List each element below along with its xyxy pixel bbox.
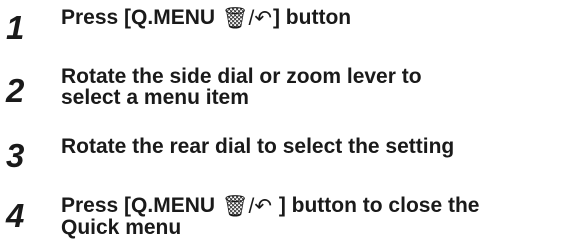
step-text-line: Quick menu (61, 216, 182, 239)
delete-return-icon: 🗑/↶ (221, 195, 272, 218)
step-text-line: select a menu item (61, 86, 249, 109)
step-text: Press [Q.MENU 🗑/↶] button (61, 7, 571, 29)
step-text-part: Press [Q.MENU (61, 194, 221, 217)
step-text-part: ] button to close the (272, 194, 480, 217)
step-text-line: Press [Q.MENU 🗑/↶ ] button to close the (61, 195, 571, 217)
step-text: Rotate the rear dial to select the setti… (61, 135, 455, 158)
step-number: 2 (6, 72, 25, 109)
step-text: Press [Q.MENU 🗑/↶ ] button to close the … (61, 195, 571, 238)
step-number: 4 (6, 197, 25, 234)
step-text: Rotate the side dial or zoom lever to se… (61, 66, 571, 108)
delete-return-icon: 🗑/↶ (221, 7, 272, 30)
step-text-part: Press [Q.MENU (61, 6, 221, 29)
step-number: 3 (6, 137, 25, 174)
step-text-line: Rotate the side dial or zoom lever to (61, 65, 422, 88)
step-number: 1 (6, 9, 25, 46)
step-text-part: ] button (272, 6, 352, 29)
instruction-steps: 1 Press [Q.MENU 🗑/↶] button 2 Rotate the… (0, 0, 577, 245)
